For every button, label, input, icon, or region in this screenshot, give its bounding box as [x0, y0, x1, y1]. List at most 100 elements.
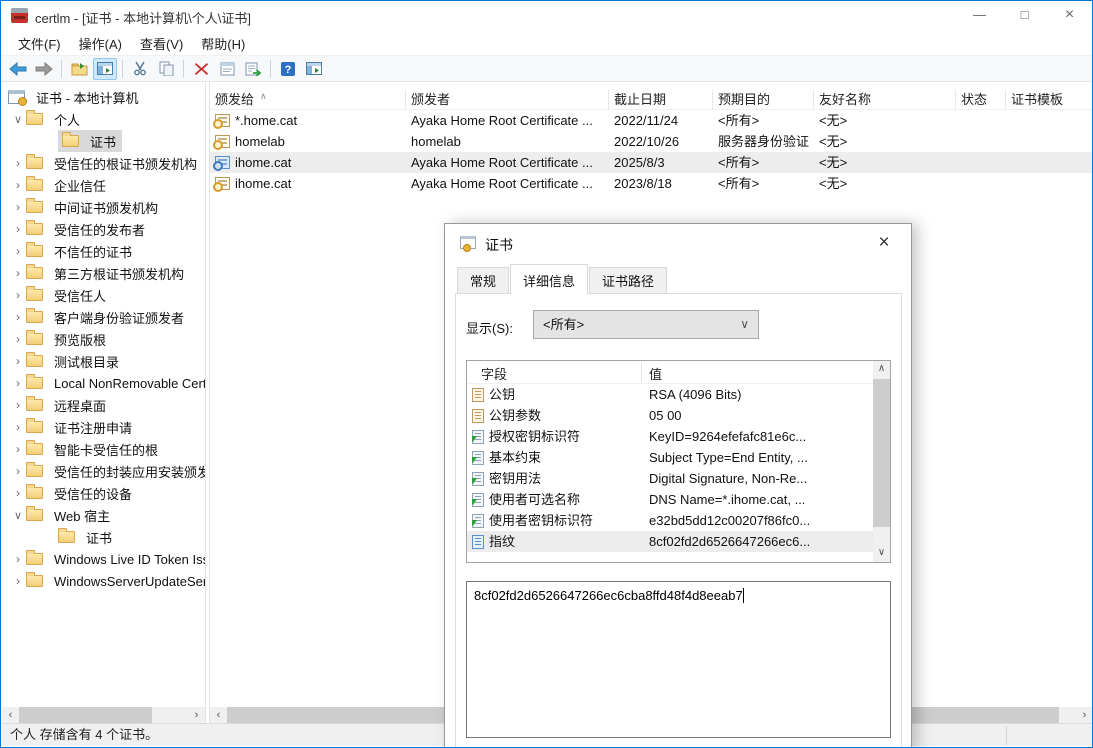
chevron-collapsed-icon[interactable]: › — [10, 222, 26, 236]
tree-item-测试根目录[interactable]: ›测试根目录 — [2, 350, 205, 372]
column-header-证书模板[interactable]: 证书模板 — [1006, 90, 1093, 110]
certificate-row-homelab[interactable]: homelabhomelab2022/10/26服务器身份验证<无> — [210, 131, 1093, 152]
chevron-collapsed-icon[interactable]: › — [10, 332, 26, 346]
tree-item-Local NonRemovable Certificates[interactable]: ›Local NonRemovable Certificates — [2, 372, 205, 394]
chevron-collapsed-icon[interactable]: › — [10, 354, 26, 368]
chevron-collapsed-icon[interactable]: › — [10, 574, 26, 588]
chevron-collapsed-icon[interactable]: › — [10, 156, 26, 170]
field-name: 公钥 — [472, 384, 640, 405]
cut-button[interactable] — [128, 58, 152, 80]
tree-item-证书[interactable]: 证书 — [2, 526, 205, 548]
chevron-collapsed-icon[interactable]: › — [10, 288, 26, 302]
scroll-right-icon[interactable]: › — [1076, 707, 1093, 724]
scroll-down-icon[interactable]: ∨ — [873, 545, 890, 562]
column-header-友好名称[interactable]: 友好名称 — [814, 90, 956, 110]
chevron-expanded-icon[interactable]: ∨ — [10, 113, 26, 126]
export-list-button[interactable] — [67, 58, 91, 80]
tree-item-受信任的设备[interactable]: ›受信任的设备 — [2, 482, 205, 504]
chevron-collapsed-icon[interactable]: › — [10, 178, 26, 192]
scroll-right-icon[interactable]: › — [188, 707, 205, 724]
show-dropdown[interactable]: <所有> ∨ — [533, 310, 759, 339]
show-hide-tree-button[interactable] — [93, 58, 117, 80]
chevron-collapsed-icon[interactable]: › — [10, 486, 26, 500]
chevron-down-icon: ∨ — [740, 311, 749, 338]
chevron-collapsed-icon[interactable]: › — [10, 376, 26, 390]
certificate-row-*.home.cat[interactable]: *.home.catAyaka Home Root Certificate ..… — [210, 110, 1093, 131]
tree-item-不信任的证书[interactable]: ›不信任的证书 — [2, 240, 205, 262]
tab-详细信息[interactable]: 详细信息 — [510, 264, 588, 295]
fields-column-value[interactable]: 值 — [649, 364, 662, 383]
chevron-collapsed-icon[interactable]: › — [10, 200, 26, 214]
tree-item-客户端身份验证颁发者[interactable]: ›客户端身份验证颁发者 — [2, 306, 205, 328]
field-row-公钥[interactable]: 公钥RSA (4096 Bits) — [467, 384, 890, 405]
tree-item-证书 - 本地计算机[interactable]: 证书 - 本地计算机 — [2, 86, 205, 108]
chevron-collapsed-icon[interactable]: › — [10, 310, 26, 324]
properties-button[interactable] — [215, 58, 239, 80]
tree-item-远程桌面[interactable]: ›远程桌面 — [2, 394, 205, 416]
chevron-collapsed-icon[interactable]: › — [10, 244, 26, 258]
tab-常规[interactable]: 常规 — [457, 267, 509, 294]
tree-horizontal-scrollbar[interactable]: ‹ › — [2, 707, 205, 724]
field-row-使用者密钥标识符[interactable]: 使用者密钥标识符e32bd5dd12c00207f86fc0... — [467, 510, 890, 531]
tree-item-预览版根[interactable]: ›预览版根 — [2, 328, 205, 350]
field-row-使用者可选名称[interactable]: 使用者可选名称DNS Name=*.ihome.cat, ... — [467, 489, 890, 510]
tab-证书路径[interactable]: 证书路径 — [589, 267, 667, 294]
chevron-collapsed-icon[interactable]: › — [10, 442, 26, 456]
column-header-截止日期[interactable]: 截止日期 — [609, 90, 713, 110]
copy-button[interactable] — [154, 58, 178, 80]
scrollbar-thumb[interactable] — [19, 707, 152, 724]
tree-item-第三方根证书颁发机构[interactable]: ›第三方根证书颁发机构 — [2, 262, 205, 284]
scroll-left-icon[interactable]: ‹ — [210, 707, 227, 724]
close-button[interactable]: × — [1047, 1, 1092, 31]
forward-button[interactable] — [32, 58, 56, 80]
menu-item-操作A[interactable]: 操作(A) — [70, 31, 131, 56]
tree-item-受信任的根证书颁发机构[interactable]: ›受信任的根证书颁发机构 — [2, 152, 205, 174]
certificate-row-ihome.cat[interactable]: ihome.catAyaka Home Root Certificate ...… — [210, 152, 1093, 173]
chevron-collapsed-icon[interactable]: › — [10, 552, 26, 566]
help-button[interactable]: ? — [276, 58, 300, 80]
menu-item-文件F[interactable]: 文件(F) — [9, 31, 70, 56]
chevron-collapsed-icon[interactable]: › — [10, 266, 26, 280]
chevron-collapsed-icon[interactable]: › — [10, 464, 26, 478]
tree-item-企业信任[interactable]: ›企业信任 — [2, 174, 205, 196]
tree-item-受信任的发布者[interactable]: ›受信任的发布者 — [2, 218, 205, 240]
chevron-collapsed-icon[interactable]: › — [10, 420, 26, 434]
back-button[interactable] — [6, 58, 30, 80]
column-header-颁发给[interactable]: 颁发给∧ — [210, 90, 406, 110]
tree-item-智能卡受信任的根[interactable]: ›智能卡受信任的根 — [2, 438, 205, 460]
scroll-up-icon[interactable]: ∧ — [873, 361, 890, 378]
column-header-状态[interactable]: 状态 — [956, 90, 1006, 110]
chevron-expanded-icon[interactable]: ∨ — [10, 509, 26, 522]
fields-column-field[interactable]: 字段 — [481, 364, 507, 383]
menu-item-帮助H[interactable]: 帮助(H) — [192, 31, 254, 56]
field-row-授权密钥标识符[interactable]: 授权密钥标识符KeyID=9264efefafc81e6c... — [467, 426, 890, 447]
minimize-button[interactable]: — — [957, 1, 1002, 31]
field-row-基本约束[interactable]: 基本约束Subject Type=End Entity, ... — [467, 447, 890, 468]
tree-item-WindowsServerUpdateServices[interactable]: ›WindowsServerUpdateServices — [2, 570, 205, 592]
field-value-textbox[interactable]: 8cf02fd2d6526647266ec6cba8ffd48f4d8eeab7 — [466, 581, 891, 738]
export-button[interactable] — [241, 58, 265, 80]
tree-item-受信任的封装应用安装颁发机构[interactable]: ›受信任的封装应用安装颁发机构 — [2, 460, 205, 482]
tree-item-受信任人[interactable]: ›受信任人 — [2, 284, 205, 306]
dialog-close-icon[interactable]: × — [867, 230, 901, 258]
tree-item-Web 宿主[interactable]: ∨Web 宿主 — [2, 504, 205, 526]
tree-item-证书[interactable]: 证书 — [2, 130, 205, 152]
tree-item-中间证书颁发机构[interactable]: ›中间证书颁发机构 — [2, 196, 205, 218]
column-header-颁发者[interactable]: 颁发者 — [406, 90, 609, 110]
tree-item-Windows Live ID Token Issuer[interactable]: ›Windows Live ID Token Issuer — [2, 548, 205, 570]
field-row-指纹[interactable]: 指纹8cf02fd2d6526647266ec6... — [467, 531, 890, 552]
scroll-left-icon[interactable]: ‹ — [2, 707, 19, 724]
scrollbar-thumb[interactable] — [873, 379, 890, 527]
certificate-row-ihome.cat[interactable]: ihome.catAyaka Home Root Certificate ...… — [210, 173, 1093, 194]
field-row-密钥用法[interactable]: 密钥用法Digital Signature, Non-Re... — [467, 468, 890, 489]
delete-button[interactable] — [189, 58, 213, 80]
fields-vertical-scrollbar[interactable]: ∧ ∨ — [873, 361, 890, 562]
chevron-collapsed-icon[interactable]: › — [10, 398, 26, 412]
tree-item-个人[interactable]: ∨个人 — [2, 108, 205, 130]
field-row-公钥参数[interactable]: 公钥参数05 00 — [467, 405, 890, 426]
tree-item-证书注册申请[interactable]: ›证书注册申请 — [2, 416, 205, 438]
maximize-button[interactable]: □ — [1002, 1, 1047, 31]
show-hide-panel-button[interactable] — [302, 58, 326, 80]
column-header-预期目的[interactable]: 预期目的 — [713, 90, 814, 110]
menu-item-查看V[interactable]: 查看(V) — [131, 31, 192, 56]
